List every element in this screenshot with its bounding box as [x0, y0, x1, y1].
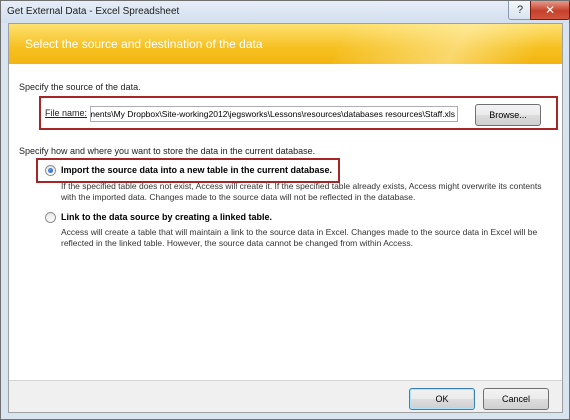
dialog-window: Get External Data - Excel Spreadsheet ? … [0, 0, 570, 420]
close-icon: ✕ [544, 3, 556, 17]
radio-selected-dot [48, 168, 53, 173]
import-option-label[interactable]: Import the source data into a new table … [61, 165, 332, 175]
help-button[interactable]: ? [508, 1, 532, 20]
link-radio[interactable] [45, 212, 56, 223]
browse-button[interactable]: Browse... [475, 104, 541, 126]
storage-prompt: Specify how and where you want to store … [19, 146, 316, 156]
link-option-label[interactable]: Link to the data source by creating a li… [61, 212, 272, 222]
title-bar[interactable]: Get External Data - Excel Spreadsheet ? … [1, 1, 570, 23]
banner-title: Select the source and destination of the… [25, 37, 263, 51]
dialog-footer: OK Cancel [9, 381, 562, 412]
link-option-description: Access will create a table that will mai… [61, 227, 538, 248]
help-icon: ? [516, 4, 524, 16]
import-option-description: If the specified table does not exist, A… [61, 181, 542, 202]
ok-button[interactable]: OK [409, 388, 475, 410]
dialog-content: Select the source and destination of the… [8, 23, 563, 413]
file-name-input[interactable]: C:\Users\Documents\My Dropbox\Site-worki… [90, 106, 458, 122]
close-button[interactable]: ✕ [530, 1, 570, 20]
header-banner: Select the source and destination of the… [9, 24, 562, 64]
source-prompt: Specify the source of the data. [19, 82, 141, 92]
import-radio[interactable] [45, 165, 56, 176]
banner-decoration [318, 24, 562, 64]
cancel-button[interactable]: Cancel [483, 388, 549, 410]
file-name-label: File name: [45, 108, 88, 118]
window-title: Get External Data - Excel Spreadsheet [7, 6, 180, 17]
